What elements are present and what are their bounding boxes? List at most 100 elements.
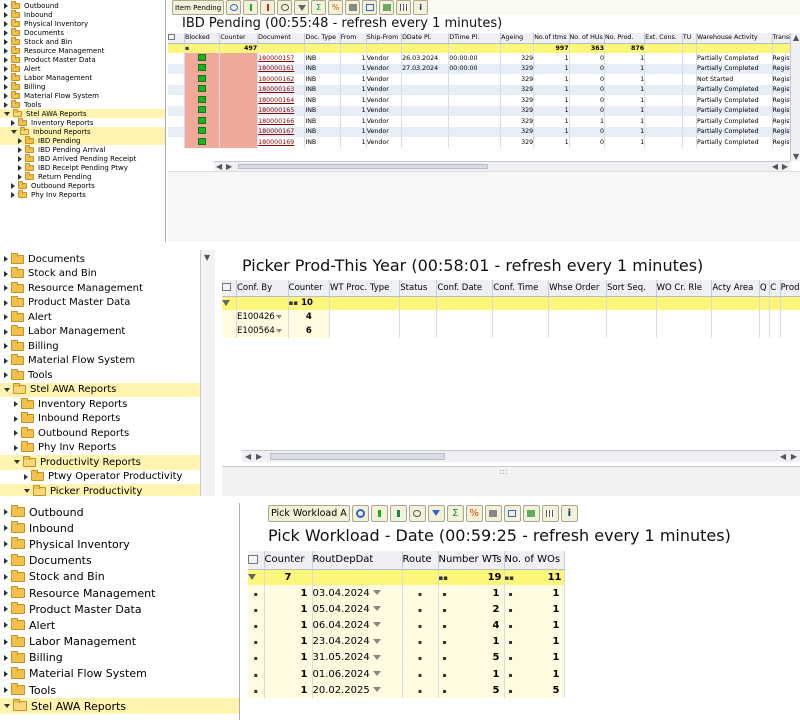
table-row[interactable]: ▪ 1 23.04.2024 ▪ ▪ 1 ▪ 1 (248, 633, 565, 650)
collapsed-arrow-icon[interactable] (4, 256, 8, 263)
column-header-ageing[interactable]: Ageing (500, 33, 535, 44)
column-header-conf-date[interactable]: Conf. Date (436, 280, 494, 297)
collapsed-arrow-icon[interactable] (4, 541, 8, 548)
collapsed-arrow-icon[interactable] (4, 56, 8, 63)
table-row[interactable]: 180000157 INB 1 Vendor 26.03.2024 00:00:00 329… (168, 53, 790, 64)
collapsed-arrow-icon[interactable] (18, 146, 22, 153)
table-row[interactable]: 180000163 INB 1 Vendor 329 1 0 1 Partially Compl… (168, 84, 790, 95)
table-row[interactable]: 180000169 INB 1 Vendor 329 1 0 1 Partially Compl… (168, 137, 790, 148)
collapsed-arrow-icon[interactable] (4, 299, 8, 306)
column-header-acty-area[interactable]: Acty Area (711, 280, 760, 297)
collapsed-arrow-icon[interactable] (4, 670, 8, 677)
collapsed-arrow-icon[interactable] (14, 444, 18, 451)
expanded-arrow-icon[interactable] (14, 460, 20, 465)
tree-node-product-master-data[interactable]: Product Master Data (0, 54, 165, 64)
document-link[interactable]: 180000163 (257, 84, 306, 95)
column-header-sort-seq[interactable]: Sort Seq. (606, 280, 657, 297)
column-header-wo-cr-rle[interactable]: WO Cr. Rle (656, 280, 713, 297)
tree-node-documents[interactable]: Documents (0, 27, 165, 37)
print-icon[interactable] (484, 504, 502, 522)
tree-node-stock-and-bin[interactable]: Stock and Bin (0, 36, 165, 46)
tree-node-documents[interactable]: Documents (0, 252, 214, 267)
collapsed-arrow-icon[interactable] (14, 430, 18, 437)
collapsed-arrow-icon[interactable] (14, 415, 18, 422)
document-link[interactable]: 180000164 (257, 95, 306, 106)
sort-descending-icon[interactable] (260, 0, 276, 15)
row-selector[interactable] (168, 84, 186, 95)
view-icon[interactable] (503, 504, 521, 522)
row-selector[interactable] (168, 116, 186, 127)
tree-scrollbar[interactable]: ▼ (200, 250, 215, 496)
tree-node-stel-awa-reports[interactable]: Stel AWA Reports (0, 382, 214, 397)
table-row[interactable]: 180000161 INB 1 Vendor 27.03.2024 00:00:00 329… (168, 63, 790, 74)
tree-node-stock-and-bin[interactable]: Stock and Bin (0, 569, 239, 585)
collapsed-arrow-icon[interactable] (4, 83, 8, 90)
tree-node-documents[interactable]: Documents (0, 553, 239, 569)
collapsed-arrow-icon[interactable] (4, 285, 8, 292)
column-header-status[interactable]: Status (399, 280, 438, 297)
collapsed-arrow-icon[interactable] (14, 401, 18, 408)
export-icon[interactable] (522, 504, 540, 522)
tree-node-billing[interactable]: Billing (0, 339, 214, 354)
collapsed-arrow-icon[interactable] (11, 182, 15, 189)
tree-node-phy-inv-reports[interactable]: Phy Inv Reports (0, 189, 165, 199)
collapsed-arrow-icon[interactable] (4, 357, 8, 364)
filter-icon[interactable] (427, 504, 445, 522)
sum-icon[interactable]: Σ (311, 0, 327, 15)
tree-node-inventory-reports[interactable]: Inventory Reports (0, 397, 214, 412)
collapsed-arrow-icon[interactable] (24, 473, 28, 480)
row-selector[interactable] (168, 105, 186, 116)
column-header-whse-order[interactable]: Whse Order (548, 280, 607, 297)
collapsed-arrow-icon[interactable] (18, 137, 22, 144)
tree-node-labor-management[interactable]: Labor Management (0, 325, 214, 340)
collapsed-arrow-icon[interactable] (4, 509, 8, 516)
row-selector[interactable] (168, 53, 186, 64)
collapsed-arrow-icon[interactable] (4, 557, 8, 564)
row-selector[interactable] (168, 95, 186, 106)
tree-node-ibd-receipt-pending-ptwy[interactable]: IBD Receipt Pending Ptwy (0, 162, 165, 172)
column-header-ddate-pl[interactable]: DDate Pl. (401, 33, 450, 44)
column-header-no-of-itms[interactable]: No.of Itms (533, 33, 570, 44)
document-link[interactable]: 180000157 (257, 53, 306, 64)
collapsed-arrow-icon[interactable] (11, 119, 15, 126)
collapsed-arrow-icon[interactable] (4, 622, 8, 629)
row-select-header[interactable] (222, 280, 237, 297)
collapsed-arrow-icon[interactable] (4, 74, 8, 81)
tree-node-resource-management[interactable]: Resource Management (0, 45, 165, 55)
column-header-no-prod[interactable]: No. Prod. (604, 33, 646, 44)
tree-node-billing[interactable]: Billing (0, 81, 165, 91)
collapsed-arrow-icon[interactable] (4, 525, 8, 532)
expanded-arrow-icon[interactable] (4, 704, 10, 709)
column-header-from[interactable]: From (340, 33, 367, 44)
tree-node-material-flow-system[interactable]: Material Flow System (0, 354, 214, 369)
filter-icon[interactable] (294, 0, 310, 15)
tree-node-phy-inv-reports[interactable]: Phy Inv Reports (0, 441, 214, 456)
table-row[interactable]: ▪ 1 31.05.2024 ▪ ▪ 5 ▪ 1 (248, 649, 565, 666)
collapsed-arrow-icon[interactable] (4, 328, 8, 335)
pick-workload-button[interactable]: Pick Workload A (268, 504, 350, 522)
info-icon[interactable]: i (560, 504, 578, 522)
collapsed-arrow-icon[interactable] (4, 573, 8, 580)
subtotal-icon[interactable]: % (328, 0, 344, 15)
collapsed-arrow-icon[interactable] (4, 372, 8, 379)
document-link[interactable]: 180000161 (257, 63, 306, 74)
scroll-thumb[interactable] (238, 164, 488, 169)
horizontal-scrollbar[interactable]: ◀ ▶ ◀ ▶ (214, 161, 790, 171)
table-row[interactable]: E100564 6 (222, 324, 800, 338)
print-icon[interactable] (345, 0, 361, 15)
tree-node-return-pending[interactable]: Return Pending (0, 171, 165, 181)
document-link[interactable]: 180000165 (257, 105, 306, 116)
collapsed-arrow-icon[interactable] (18, 155, 22, 162)
expanded-arrow-icon[interactable] (4, 111, 10, 116)
column-header-conf-time[interactable]: Conf. Time (492, 280, 550, 297)
column-header-no-of-wos[interactable]: No. of WOs (504, 551, 565, 570)
tree-node-stock-and-bin[interactable]: Stock and Bin (0, 267, 214, 282)
layout-icon[interactable] (541, 504, 559, 522)
tree-node-billing[interactable]: Billing (0, 650, 239, 666)
tree-node-labor-management[interactable]: Labor Management (0, 634, 239, 650)
tree-node-outbound-reports[interactable]: Outbound Reports (0, 426, 214, 441)
tree-node-material-flow-system[interactable]: Material Flow System (0, 666, 239, 682)
tree-node-tools[interactable]: Tools (0, 368, 214, 383)
collapsed-arrow-icon[interactable] (4, 20, 8, 27)
tree-node-physical-inventory[interactable]: Physical Inventory (0, 536, 239, 552)
